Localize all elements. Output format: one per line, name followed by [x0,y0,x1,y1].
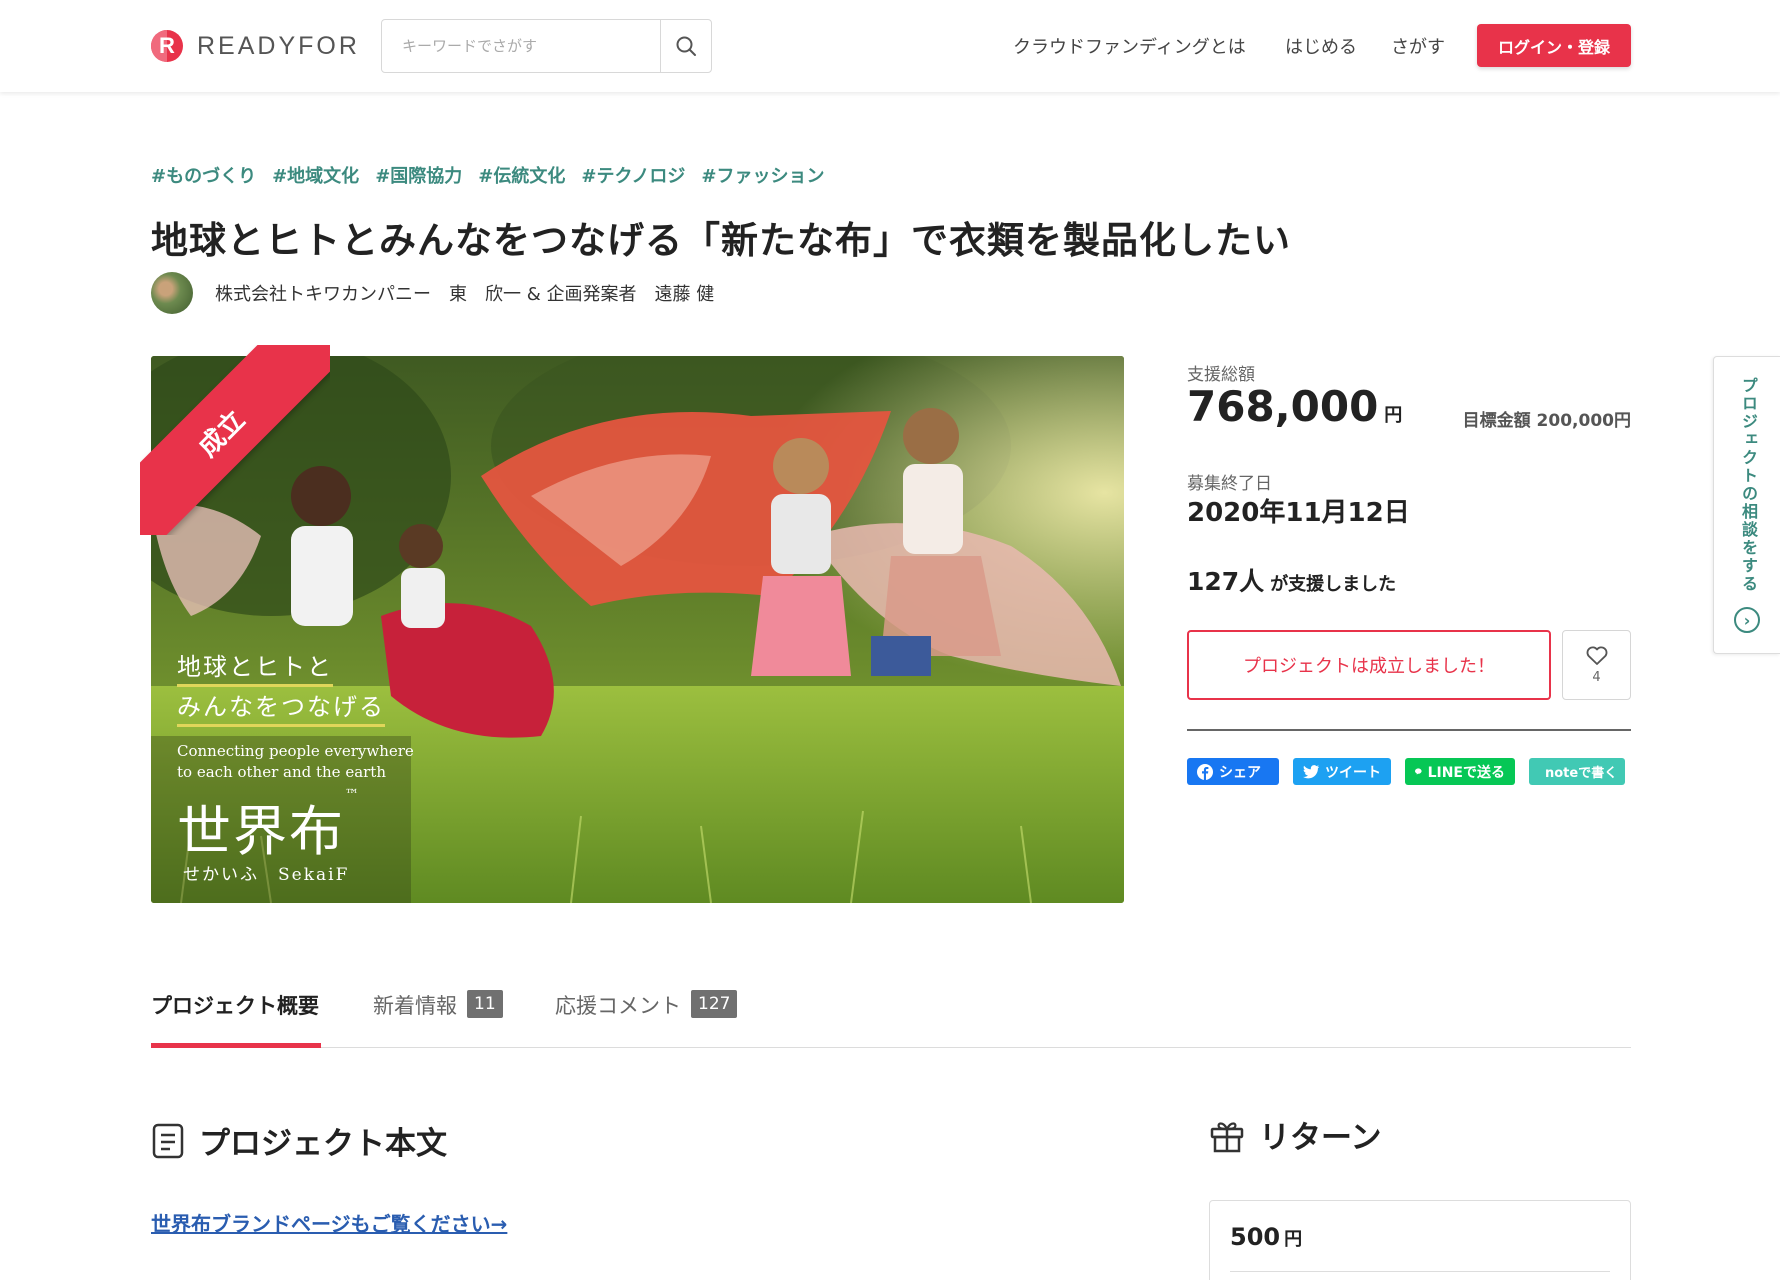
tab-news-label: 新着情報 [373,994,457,1018]
share-facebook-label: シェア [1219,764,1261,781]
share-note-button[interactable]: noteで書く [1529,758,1625,785]
hero-catch-line1: 地球とヒトと [177,647,333,687]
project-body-heading: プロジェクト本文 [151,1118,447,1163]
success-ribbon-label: 成立 [140,345,330,535]
nav-about-crowdfunding[interactable]: クラウドファンディングとは [1013,24,1246,68]
divider [1230,1271,1610,1272]
total-amount: 768,000 円 [1187,382,1402,431]
twitter-icon [1303,764,1319,778]
returns-title: リターン [1259,1120,1382,1156]
tag-link[interactable]: #国際協力 [375,162,462,188]
gift-icon [1210,1121,1244,1152]
tag-link[interactable]: #テクノロジ [581,162,685,188]
consult-project-tab[interactable]: プロジェクトの相談をする › [1713,356,1780,654]
backers-count: 127人 [1187,567,1265,596]
tab-comments-label: 応援コメント [555,994,681,1018]
nav-find[interactable]: さがす [1391,24,1445,68]
search-button[interactable] [660,20,711,72]
share-line-label: LINEで送る [1427,764,1505,781]
hero-brand-trademark: ™ [345,787,361,803]
project-tabs: プロジェクト概要 新着情報 11 応援コメント 127 [151,990,1631,1048]
total-amount-value: 768,000 [1187,382,1379,431]
tab-news[interactable]: 新着情報 11 [373,990,503,1048]
favorite-count: 4 [1592,669,1601,685]
document-icon [152,1123,184,1158]
divider [1187,729,1631,731]
hero-catch-line2: みんなをつなげる [177,687,385,727]
tag-link[interactable]: #伝統文化 [478,162,565,188]
backers: 127人 が支援しました [1187,562,1396,598]
share-note-label: noteで書く [1545,766,1618,781]
readyfor-logo[interactable]: R READYFOR [151,30,360,62]
share-twitter-button[interactable]: ツイート [1293,758,1391,785]
line-icon [1415,768,1422,775]
favorite-button[interactable]: 4 [1562,630,1631,700]
consult-tab-label: プロジェクトの相談をする [1739,377,1758,593]
project-tags: #ものづくり #地域文化 #国際協力 #伝統文化 #テクノロジ #ファッション [151,162,824,188]
success-ribbon: 成立 [140,345,330,535]
readyfor-logo-icon: R [151,30,183,62]
facebook-icon [1197,763,1213,780]
backers-text: が支援しました [1270,574,1397,595]
returns-heading: リターン [1209,1112,1381,1157]
owner-avatar [151,272,193,314]
share-facebook-button[interactable]: シェア [1187,758,1279,785]
tab-comments[interactable]: 応援コメント 127 [555,990,738,1048]
project-title: 地球とヒトとみんなをつなげる「新たな布」で衣類を製品化したい [151,219,1291,262]
share-twitter-label: ツイート [1325,764,1381,781]
project-owner[interactable]: 株式会社トキワカンパニー 東 欣一 & 企画発案者 遠藤 健 [151,272,714,314]
goal-amount: 目標金額 200,000円 [1462,411,1631,431]
site-header: R READYFOR クラウドファンディングとは はじめる さがす ログイン・登… [0,0,1780,92]
nav-start[interactable]: はじめる [1285,24,1357,68]
tag-link[interactable]: #地域文化 [272,162,359,188]
project-body-title: プロジェクト本文 [199,1126,447,1162]
hero-brand-reading: せかいふ SekaiF [183,865,350,885]
news-count-badge: 11 [467,990,503,1018]
return-price-unit: 円 [1284,1229,1303,1250]
hero-english-line2: to each other and the earth [177,763,386,781]
owner-name: 株式会社トキワカンパニー 東 欣一 & 企画発案者 遠藤 健 [215,284,715,305]
tag-link[interactable]: #ファッション [701,162,824,188]
chevron-right-icon: › [1734,607,1760,633]
heart-icon [1586,645,1607,665]
share-buttons: シェア ツイート LINEで送る noteで書く [1187,758,1625,785]
logo-text: READYFOR [197,31,360,60]
login-register-button[interactable]: ログイン・登録 [1477,24,1631,67]
total-amount-unit: 円 [1384,405,1403,426]
tag-link[interactable]: #ものづくり [151,162,256,188]
search-box [381,19,712,73]
comments-count-badge: 127 [691,990,738,1018]
search-input[interactable] [382,20,660,72]
tab-overview[interactable]: プロジェクト概要 [151,990,321,1048]
return-card[interactable]: 500 円 [1209,1200,1631,1280]
hero-english-line1: Connecting people everywhere [177,742,414,760]
hero-brand-name: 世界布™ [177,787,361,866]
tab-overview-label: プロジェクト概要 [151,994,319,1018]
return-price-value: 500 [1230,1223,1281,1251]
project-success-button[interactable]: プロジェクトは成立しました！ [1187,630,1551,700]
hero-brand-text: 世界布 [177,800,345,863]
search-icon [676,36,696,56]
return-price: 500 円 [1230,1223,1302,1251]
brand-page-link[interactable]: 世界布ブランドページもご覧ください→ [151,1208,507,1237]
share-line-button[interactable]: LINEで送る [1405,758,1515,785]
end-date: 2020年11月12日 [1187,498,1410,528]
end-date-label: 募集終了日 [1187,474,1272,494]
